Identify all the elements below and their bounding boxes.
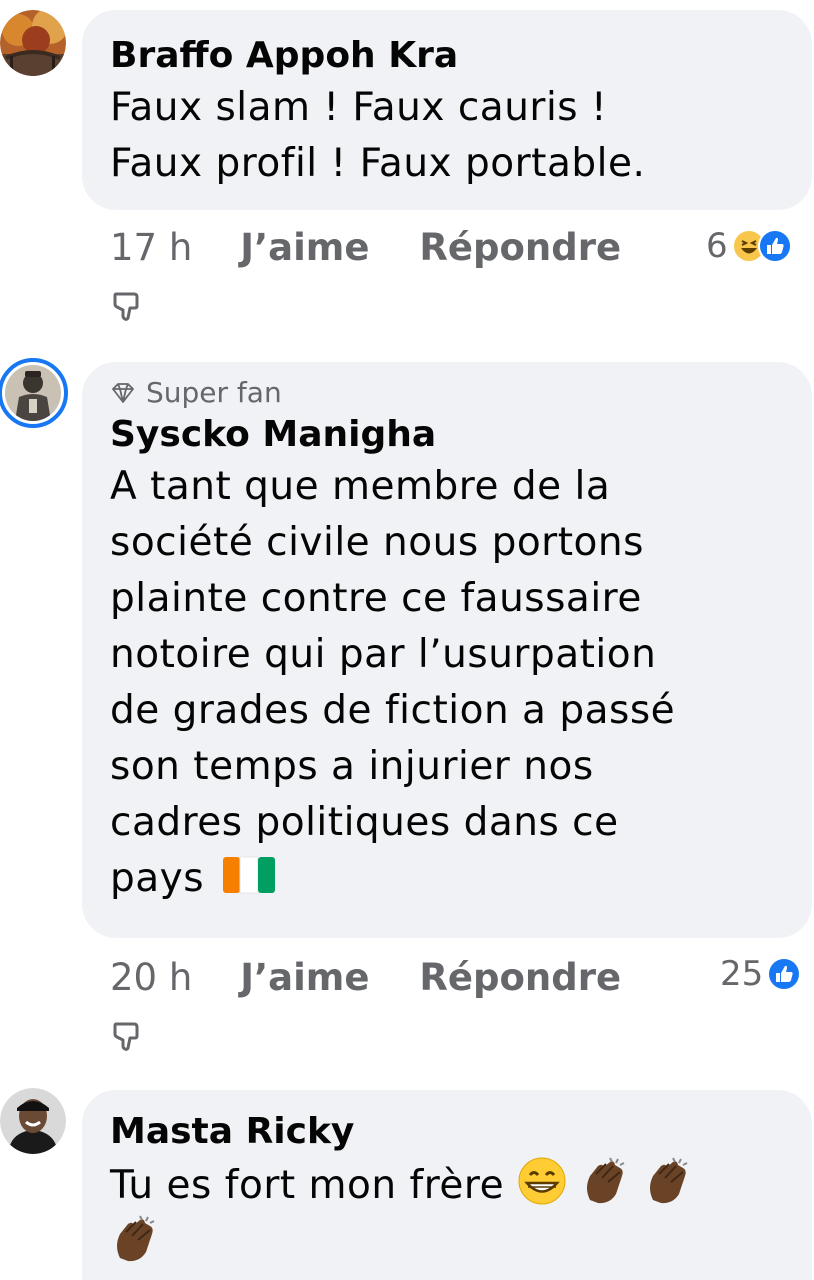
comment-text-line: Tu es fort mon frère: [110, 1156, 784, 1214]
comment-bubble: Super fan Syscko Manigha A tant que memb…: [82, 362, 812, 938]
diamond-icon: [112, 382, 134, 403]
comment-author[interactable]: Syscko Manigha: [110, 411, 784, 459]
comment-text: Tu es fort mon frère: [110, 1156, 784, 1272]
dislike-icon[interactable]: [108, 1018, 144, 1054]
comment-author[interactable]: Braffo Appoh Kra: [110, 32, 784, 80]
like-reaction-icon: [757, 229, 792, 263]
comment-bubble: Masta Ricky Tu es fort mon frère: [82, 1090, 812, 1280]
clapping-hands-emoji: [117, 1215, 155, 1262]
ivory-coast-flag-emoji: [222, 856, 275, 894]
comment-text-line: notoire qui par l’usurpation: [110, 632, 657, 677]
comment-text-word: Tu es fort mon frère: [110, 1163, 505, 1208]
clapping-hands-emoji: [649, 1157, 688, 1204]
like-reaction-icon: [767, 957, 802, 991]
comment-text-line: société civile nous portons: [110, 520, 644, 565]
super-fan-badge[interactable]: Super fan: [110, 376, 784, 409]
reaction-count: 25: [720, 954, 764, 994]
comment-text-line: plainte contre ce faussaire: [110, 576, 642, 621]
reply-button[interactable]: Répondre: [419, 226, 621, 269]
clapping-hands-emoji: [586, 1157, 625, 1204]
comment-text-word: pays: [110, 856, 205, 901]
avatar-vintage-portrait: [5, 365, 61, 421]
comment-timestamp[interactable]: 20 h: [110, 956, 192, 999]
comment-text-line: [110, 1214, 784, 1272]
comment-text: Faux slam ! Faux cauris ! Faux profil ! …: [110, 80, 784, 192]
comment-text-line: son temps a injurier nos: [110, 744, 594, 789]
reaction-summary[interactable]: 6: [706, 226, 792, 266]
comment-text-line: Faux slam ! Faux cauris !: [110, 85, 608, 130]
reaction-count: 6: [706, 226, 728, 266]
comment-bubble: Braffo Appoh Kra Faux slam ! Faux cauris…: [82, 10, 812, 210]
comment-actions: 17 h J’aime Répondre: [110, 226, 621, 269]
like-button[interactable]: J’aime: [240, 226, 369, 269]
avatar[interactable]: [0, 10, 66, 76]
comment-text: A tant que membre de la société civile n…: [110, 459, 784, 907]
comment-actions: 20 h J’aime Répondre: [110, 956, 621, 999]
like-button[interactable]: J’aime: [240, 956, 369, 999]
avatar-story-ring[interactable]: [0, 358, 68, 428]
grin-emoji: [518, 1157, 566, 1205]
reaction-summary[interactable]: 25: [720, 954, 802, 994]
avatar-person-cap: [0, 1088, 66, 1154]
comment-text-line: pays: [110, 851, 784, 907]
comment-text-line: A tant que membre de la: [110, 464, 611, 509]
badge-label: Super fan: [146, 376, 282, 409]
avatar[interactable]: [0, 1088, 66, 1154]
comment-text-line: cadres politiques dans ce: [110, 800, 619, 845]
comment-text-line: Faux profil ! Faux portable.: [110, 141, 646, 186]
dislike-icon[interactable]: [108, 288, 144, 324]
comment-timestamp[interactable]: 17 h: [110, 226, 192, 269]
comment-text-line: de grades de fiction a passé: [110, 688, 676, 733]
comment-author[interactable]: Masta Ricky: [110, 1108, 784, 1156]
reply-button[interactable]: Répondre: [419, 956, 621, 999]
avatar-autumn-image: [0, 10, 66, 76]
